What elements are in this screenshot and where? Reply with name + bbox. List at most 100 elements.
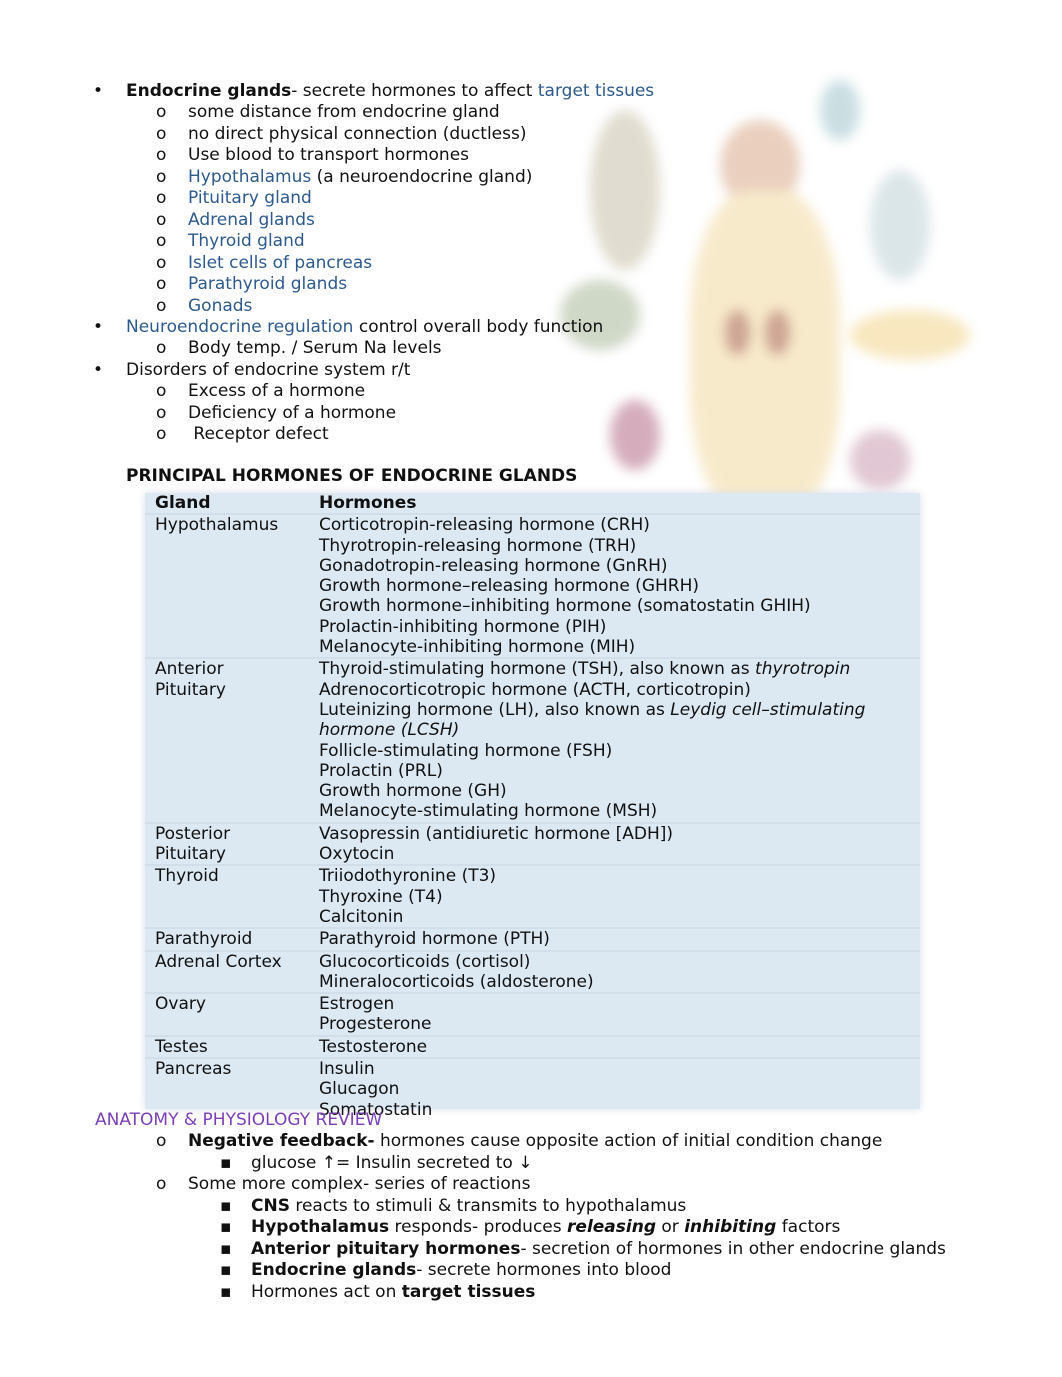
text: Triiodothyronine (T3) — [319, 866, 497, 887]
list-item: Body temp. / Serum Na levels — [188, 338, 442, 359]
hormone-item: Oxytocin — [319, 844, 920, 864]
hormone-item: Glucagon — [319, 1079, 920, 1099]
link-islet-cells-of-pancreas[interactable]: Islet cells of pancreas — [188, 253, 372, 273]
text: thyrotropin — [755, 659, 851, 680]
square-bullet-icon: ▪ — [220, 1260, 232, 1281]
text: releasing — [567, 1217, 656, 1238]
hormone-item: Corticotropin-releasing hormone (CRH) — [319, 515, 920, 535]
review-heading: ANATOMY & PHYSIOLOGY REVIEW — [95, 1110, 383, 1130]
list-item: Deficiency of a hormone — [188, 403, 396, 424]
text: - secrete hormones into blood — [416, 1260, 672, 1281]
text: Prolactin (PRL) — [319, 760, 443, 781]
list-item: Islet cells of pancreas — [188, 253, 372, 274]
list-item: Receptor defect — [188, 424, 328, 445]
text: Melanocyte-inhibiting hormone (MIH) — [319, 637, 636, 658]
text: Growth hormone–releasing hormone (GHRH) — [319, 576, 700, 597]
gland-name: Testes — [155, 1036, 208, 1057]
hormone-item: Luteinizing hormone (LH), also known as … — [319, 700, 899, 741]
circle-bullet-icon: o — [156, 231, 167, 252]
text: Disorders of endocrine system r/t — [126, 359, 411, 380]
text: Luteinizing hormone (LH), also known as — [319, 699, 671, 720]
list-item: Endocrine glands- secrete hormones into … — [251, 1260, 671, 1281]
bullet-icon: • — [93, 316, 104, 337]
table-row: Posterior Pituitary Vasopressin (antidiur… — [145, 821, 920, 865]
text: Some more complex- series of reactions — [188, 1174, 531, 1195]
hormone-item: Growth hormone–inhibiting hormone (somat… — [319, 596, 920, 616]
list-item: Anterior pituitary hormones- secretion o… — [251, 1239, 946, 1260]
circle-bullet-icon: o — [156, 402, 167, 423]
text: Thyrotropin-releasing hormone (TRH) — [319, 535, 637, 556]
link-parathyroid-glands[interactable]: Parathyroid glands — [188, 274, 347, 294]
link-thyroid-gland[interactable]: Thyroid gland — [188, 231, 305, 251]
table-title: PRINCIPAL HORMONES OF ENDOCRINE GLANDS — [126, 466, 578, 486]
table-row: Ovary Estrogen Progesterone — [145, 992, 920, 1035]
neuroendocrine-regulation-link[interactable]: Neuroendocrine regulation — [126, 317, 353, 337]
target-tissues-link[interactable]: target tissues — [538, 81, 654, 101]
circle-bullet-icon: o — [156, 295, 167, 316]
table-row: Anterior Pituitary Thyroid-stimulating ho… — [145, 657, 920, 821]
text: Hormones act on — [251, 1281, 402, 1302]
text: Growth hormone–inhibiting hormone (somat… — [319, 596, 811, 617]
circle-bullet-icon: o — [156, 252, 167, 273]
text: no direct physical connection (ductless) — [188, 123, 527, 144]
header-gland: Gland — [155, 493, 211, 513]
text: Growth hormone (GH) — [319, 781, 507, 802]
circle-bullet-icon: o — [156, 1174, 167, 1195]
text: target tissues — [401, 1281, 536, 1302]
table-header-row: Gland Hormones — [145, 493, 920, 513]
list-item: Gonads — [188, 296, 252, 317]
table-row: Hypothalamus Corticotropin-releasing horm… — [145, 513, 920, 657]
text: Corticotropin-releasing hormone (CRH) — [319, 515, 650, 536]
hormone-item: Prolactin-inhibiting hormone (PIH) — [319, 617, 920, 637]
list-item: Some more complex- series of reactions — [188, 1174, 530, 1195]
link-hypothalamus[interactable]: Hypothalamus — [188, 167, 311, 187]
text: glucose ↑= Insulin secreted to ↓ — [251, 1152, 533, 1173]
square-bullet-icon: ▪ — [220, 1281, 232, 1302]
list-item: Adrenal glands — [188, 210, 315, 231]
hormone-item: Calcitonin — [319, 907, 920, 927]
text: or — [656, 1217, 685, 1238]
text: Glucagon — [319, 1079, 400, 1100]
list-item: Negative feedback- hormones cause opposi… — [188, 1131, 882, 1152]
circle-bullet-icon: o — [156, 188, 167, 209]
link-pituitary-gland[interactable]: Pituitary gland — [188, 188, 312, 208]
text: Progesterone — [319, 1014, 432, 1035]
text: Oxytocin — [319, 844, 395, 865]
text: Parathyroid hormone (PTH) — [319, 929, 550, 950]
square-bullet-icon: ▪ — [220, 1152, 232, 1173]
link-adrenal-glands[interactable]: Adrenal glands — [188, 210, 315, 230]
list-item: glucose ↑= Insulin secreted to ↓ — [251, 1153, 532, 1174]
list-item: Hypothalamus responds- produces releasin… — [251, 1217, 840, 1238]
list-item: Excess of a hormone — [188, 381, 365, 402]
hormone-item: Vasopressin (antidiuretic hormone [ADH]) — [319, 824, 920, 844]
hormone-item: Progesterone — [319, 1014, 920, 1034]
link-gonads[interactable]: Gonads — [188, 296, 252, 316]
text: control overall body function — [353, 316, 604, 337]
list-item: Parathyroid glands — [188, 274, 347, 295]
table-row: Parathyroid Parathyroid hormone (PTH) — [145, 927, 920, 949]
hormone-item: Insulin — [319, 1059, 920, 1079]
table-row: Testes Testosterone — [145, 1034, 920, 1057]
text: inhibiting — [684, 1217, 777, 1238]
list-item: Endocrine glands- secrete hormones to af… — [126, 81, 654, 102]
text: Adrenocorticotropic hormone (ACTH, corti… — [319, 679, 751, 700]
text: Gonadotropin-releasing hormone (GnRH) — [319, 555, 668, 576]
text: Melanocyte-stimulating hormone (MSH) — [319, 801, 658, 822]
text: reacts to stimuli & transmits to hypotha… — [289, 1195, 687, 1216]
list-item: no direct physical connection (ductless) — [188, 124, 527, 145]
text: - secretion of hormones in other endocri… — [520, 1238, 946, 1259]
text: Vasopressin (antidiuretic hormone [ADH]) — [319, 823, 674, 844]
gland-name: Adrenal Cortex — [155, 951, 282, 972]
square-bullet-icon: ▪ — [220, 1238, 232, 1259]
text: Hypothalamus — [251, 1217, 390, 1238]
circle-bullet-icon: o — [156, 1131, 167, 1152]
bullet-icon: • — [93, 359, 104, 380]
list-item: Thyroid gland — [188, 231, 305, 252]
hormone-item: Adrenocorticotropic hormone (ACTH, corti… — [319, 680, 920, 700]
hormone-item: Thyrotropin-releasing hormone (TRH) — [319, 536, 920, 556]
list-item: Disorders of endocrine system r/t — [126, 360, 410, 381]
text: responds- produces — [389, 1217, 568, 1238]
text: Endocrine glands — [251, 1260, 417, 1281]
circle-bullet-icon: o — [156, 145, 167, 166]
hormone-item: Prolactin (PRL) — [319, 761, 920, 781]
